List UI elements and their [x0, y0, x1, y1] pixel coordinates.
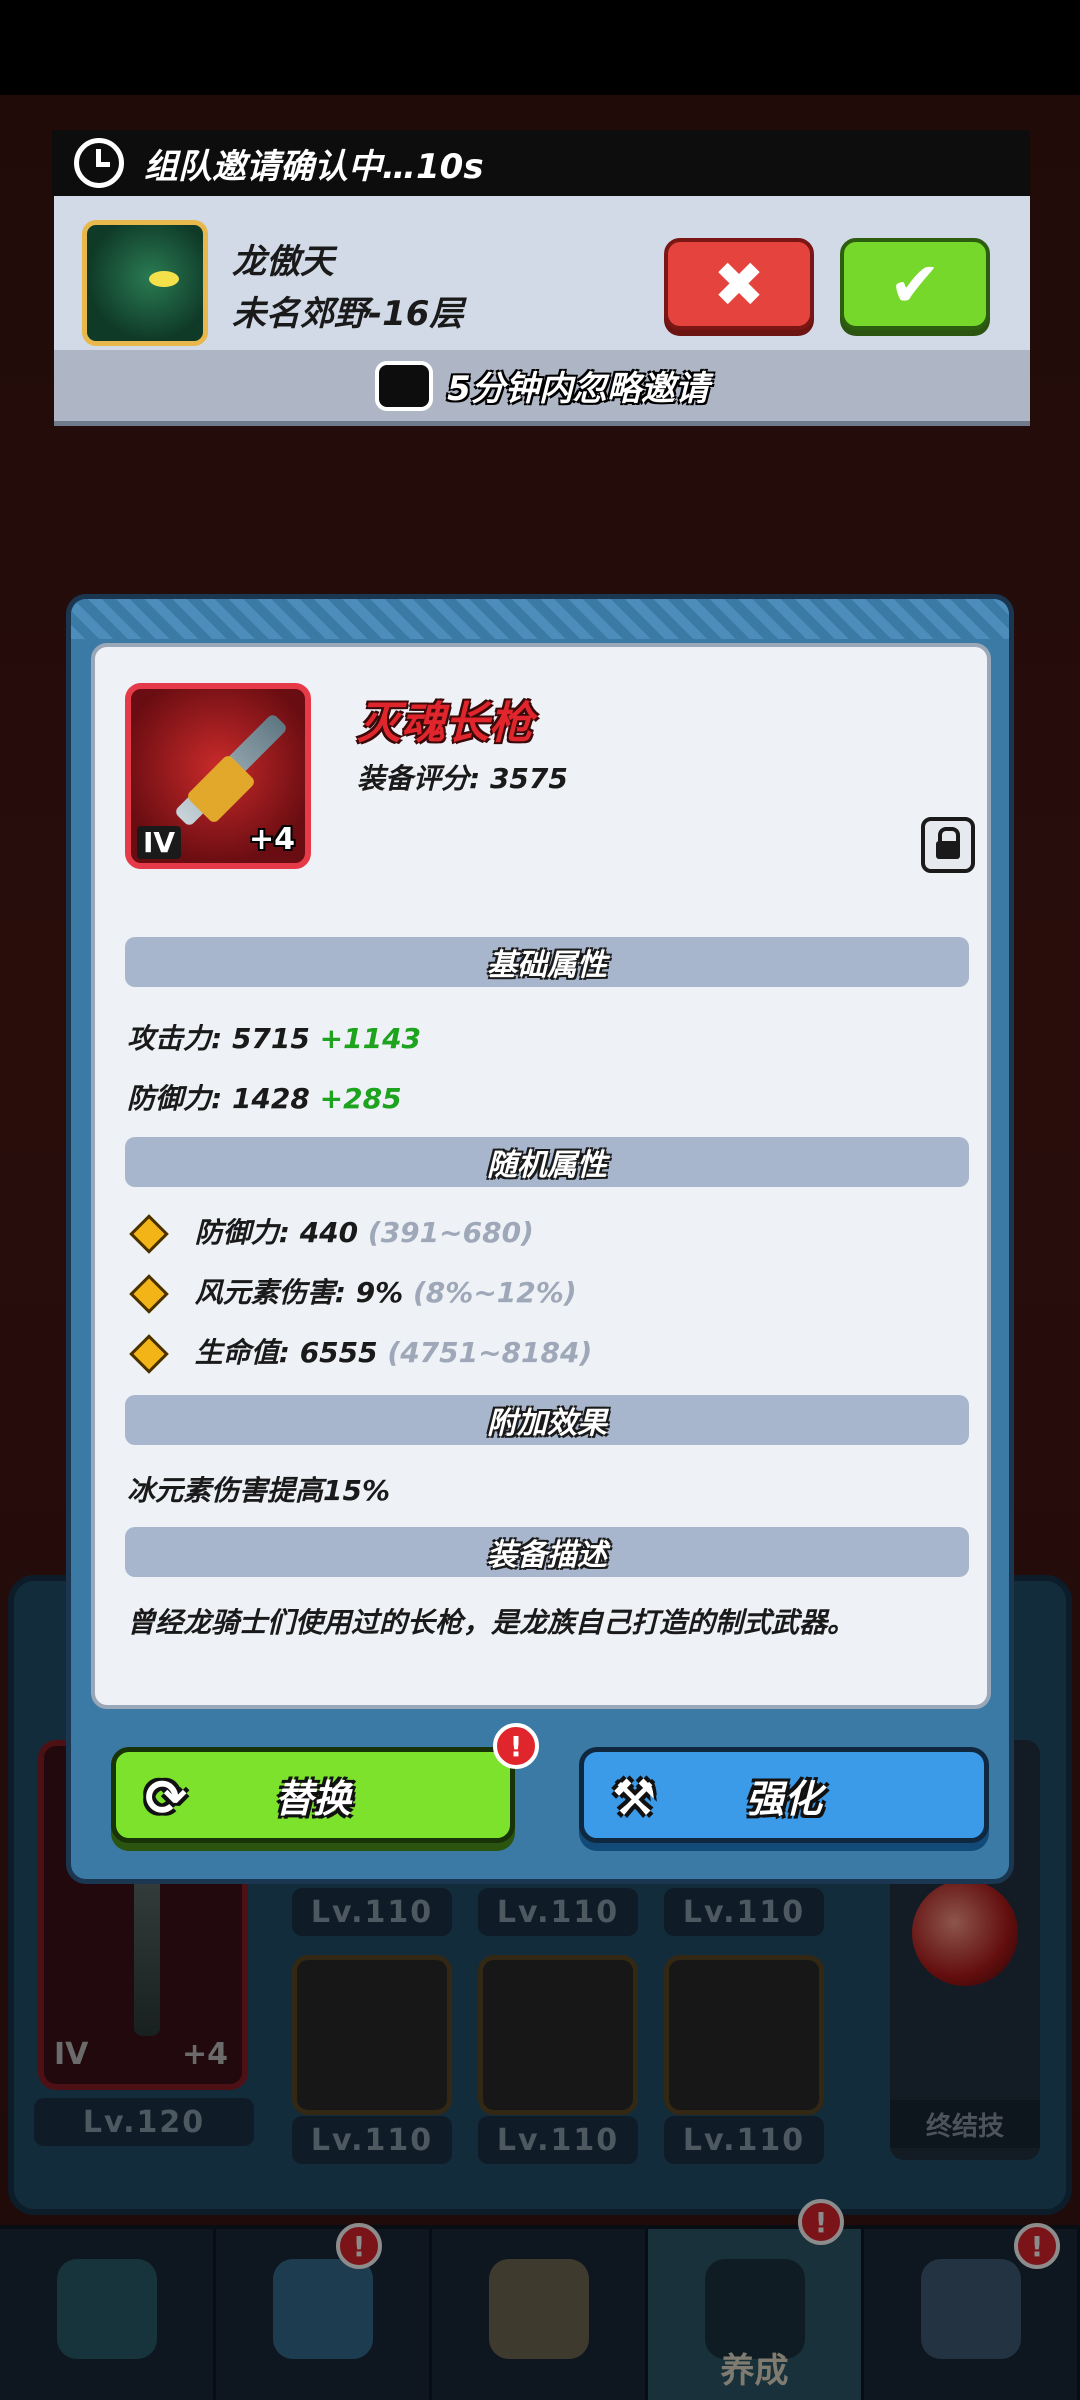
diamond-icon: [129, 1214, 169, 1254]
team-invite-banner: 组队邀请确认中…10s 龙傲天 未名郊野-16层 ✖ ✔ 5分钟内忽略邀请: [52, 130, 1030, 442]
section-base-attributes: 基础属性: [125, 937, 969, 987]
invite-body: 龙傲天 未名郊野-16层 ✖ ✔: [54, 196, 1030, 350]
dialog-header-pattern: [71, 599, 1009, 639]
inviter-location: 未名郊野-16层: [232, 294, 464, 334]
replace-button[interactable]: ⟳ 替换: [111, 1747, 515, 1843]
inviter-name: 龙傲天: [232, 242, 334, 282]
stat-label: 生命值:: [194, 1336, 290, 1369]
stat-label: 防御力:: [194, 1216, 290, 1249]
clock-icon: [74, 138, 124, 188]
diamond-icon: [129, 1274, 169, 1314]
stat-label: 防御力:: [127, 1082, 223, 1115]
item-enhance-level: +4: [248, 822, 295, 857]
check-icon: ✔: [889, 247, 941, 321]
stat-value: 1428: [231, 1082, 310, 1115]
diamond-icon: [129, 1334, 169, 1374]
item-name: 灭魂长枪: [357, 698, 533, 749]
stat-range: (4751~8184): [387, 1336, 593, 1369]
base-stat-attack: 攻击力: 5715 +1143: [127, 1017, 421, 1057]
stat-value: 440: [299, 1216, 359, 1249]
stat-value: 5715: [231, 1022, 310, 1055]
random-stat-defense: 防御力: 440 (391~680): [127, 1211, 534, 1254]
section-description: 装备描述: [125, 1527, 969, 1577]
enhance-button[interactable]: ⚒ 强化: [579, 1747, 989, 1843]
item-description: 曾经龙骑士们使用过的长枪，是龙族自己打造的制式武器。: [127, 1606, 856, 1639]
stat-range: (391~680): [367, 1216, 534, 1249]
notification-badge: !: [493, 1723, 539, 1769]
equipment-info-card: IV +4 灭魂长枪 装备评分: 3575 基础属性 攻击力: 5715 +11…: [91, 643, 991, 1709]
base-stat-defense: 防御力: 1428 +285: [127, 1077, 402, 1117]
unlock-icon: [936, 827, 960, 859]
random-stat-hp: 生命值: 6555 (4751~8184): [127, 1331, 593, 1374]
ignore-invite-label: 5分钟内忽略邀请: [447, 369, 709, 409]
accept-invite-button[interactable]: ✔: [840, 238, 990, 330]
stat-value: 9%: [355, 1276, 404, 1309]
spear-icon: IV +4: [125, 683, 311, 869]
random-stat-wind-damage: 风元素伤害: 9% (8%~12%): [127, 1271, 577, 1314]
inviter-avatar: [82, 220, 208, 346]
extra-effect-text: 冰元素伤害提高15%: [127, 1474, 391, 1507]
ignore-invite-checkbox[interactable]: [375, 360, 434, 411]
invite-title: 组队邀请确认中…10s: [144, 146, 484, 187]
stat-value: 6555: [299, 1336, 378, 1369]
stat-bonus: +285: [319, 1082, 402, 1115]
dragon-eye: [149, 271, 179, 287]
stat-label: 风元素伤害:: [194, 1276, 346, 1309]
equipment-detail-dialog: IV +4 灭魂长枪 装备评分: 3575 基础属性 攻击力: 5715 +11…: [66, 594, 1014, 1884]
invite-footer: 5分钟内忽略邀请: [54, 350, 1030, 426]
replace-label: 替换: [274, 1776, 351, 1821]
status-bar: [0, 0, 1080, 95]
item-tier: IV: [137, 826, 182, 859]
reject-invite-button[interactable]: ✖: [664, 238, 814, 330]
enhance-label: 强化: [745, 1776, 822, 1821]
stat-label: 攻击力:: [127, 1022, 223, 1055]
invite-header: 组队邀请确认中…10s: [52, 130, 1030, 196]
section-random-attributes: 随机属性: [125, 1137, 969, 1187]
item-score: 装备评分: 3575: [357, 762, 568, 795]
lock-toggle-button[interactable]: [921, 817, 975, 873]
stat-bonus: +1143: [319, 1022, 422, 1055]
stat-range: (8%~12%): [413, 1276, 577, 1309]
section-extra-effects: 附加效果: [125, 1395, 969, 1445]
close-icon: ✖: [713, 247, 765, 321]
